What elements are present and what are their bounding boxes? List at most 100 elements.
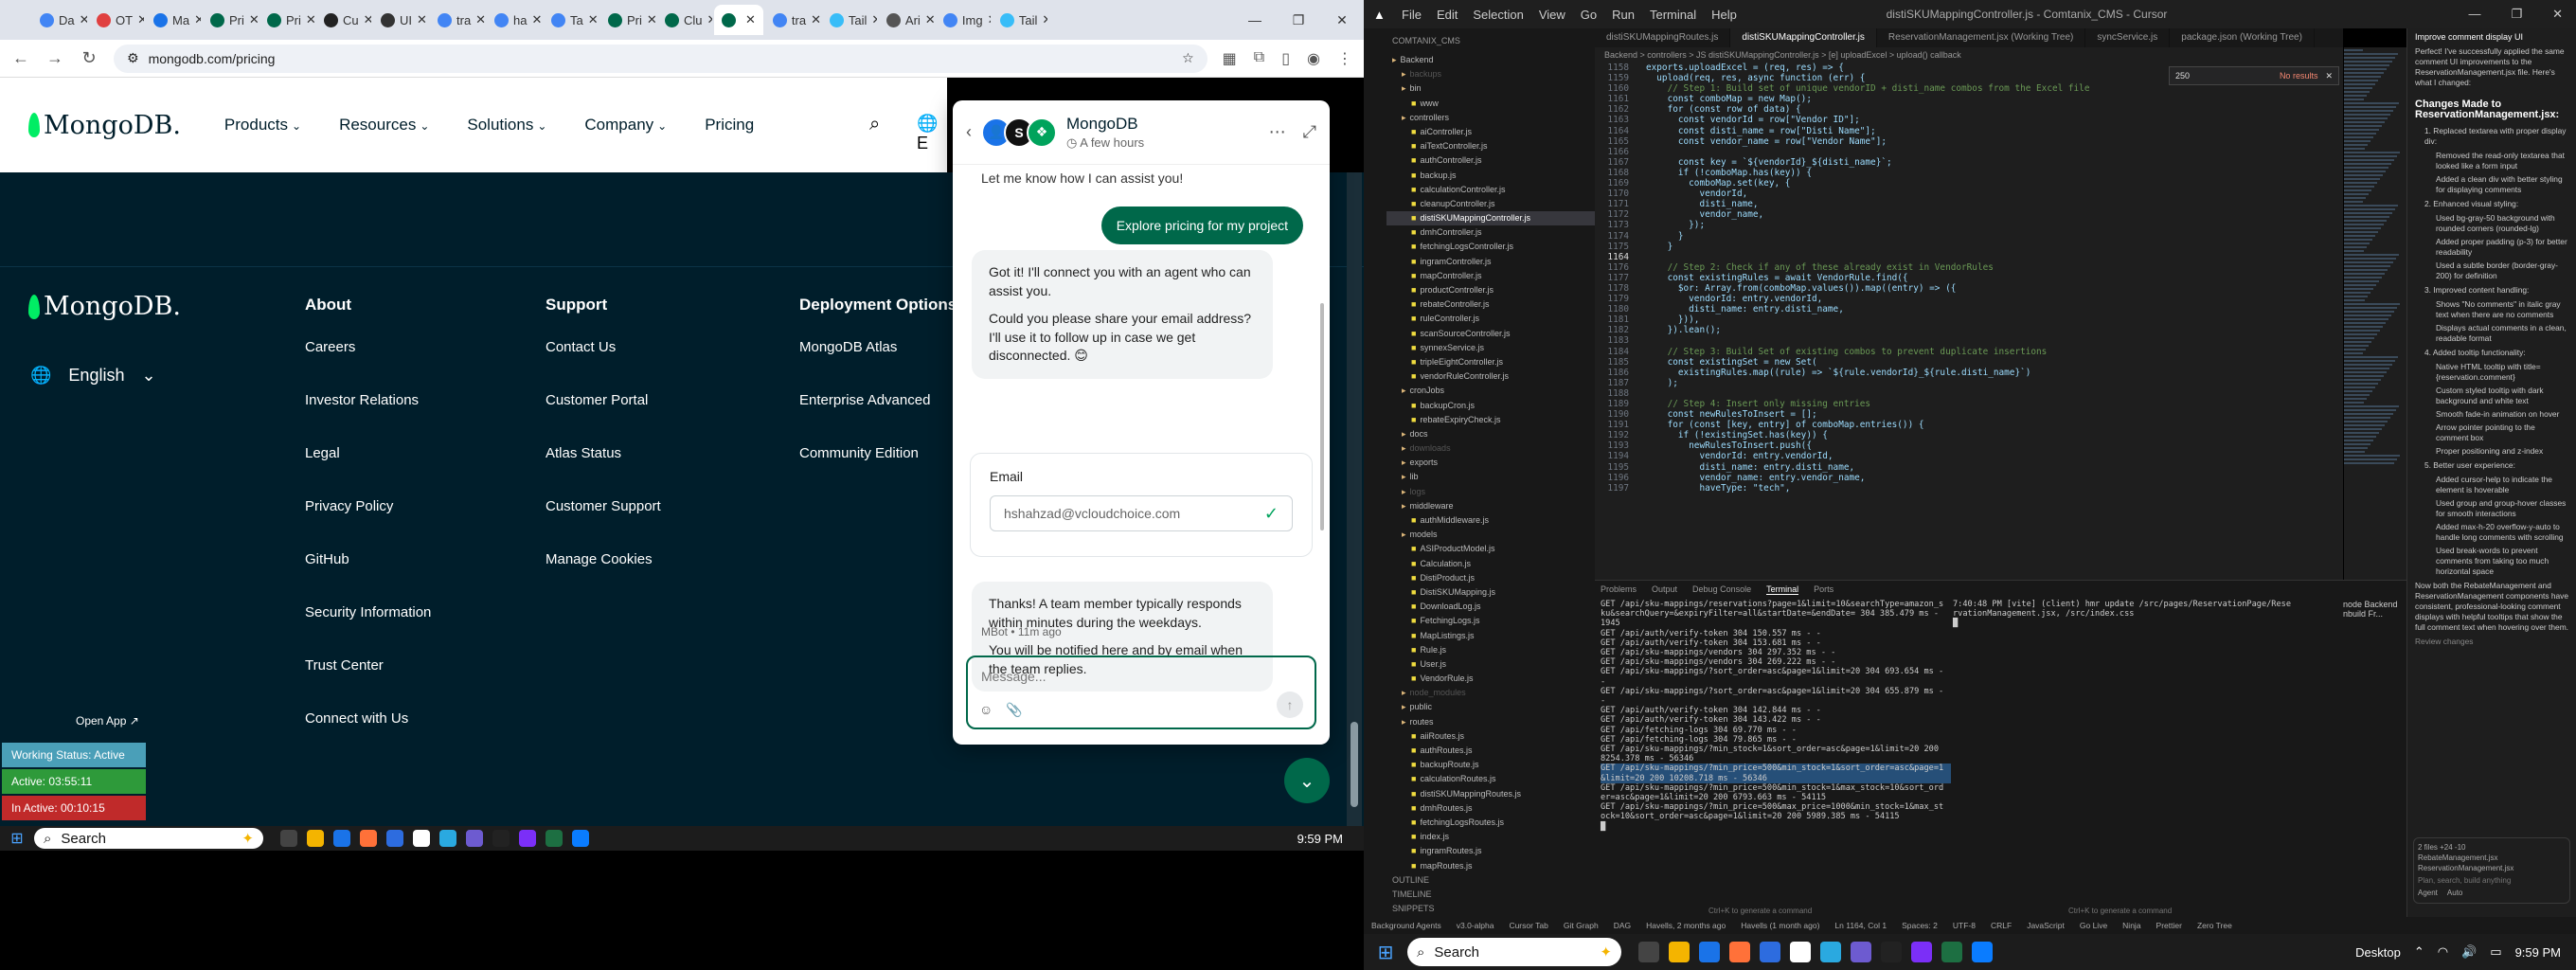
- section-timeline[interactable]: TIMELINE: [1386, 888, 1595, 902]
- status-item[interactable]: Prettier: [2156, 921, 2182, 930]
- browser-tab[interactable]: OT ✕: [89, 5, 144, 35]
- file-item[interactable]: ■ VendorRule.js: [1386, 672, 1595, 686]
- folder-item[interactable]: ▸ downloads: [1386, 441, 1595, 456]
- file-item[interactable]: ■ DistiSKUMapping.js: [1386, 585, 1595, 600]
- maximize-icon[interactable]: ❐: [2511, 7, 2522, 22]
- scroll-thumb[interactable]: [1351, 722, 1358, 807]
- status-item[interactable]: Git Graph: [1564, 921, 1599, 930]
- task-view-icon[interactable]: [280, 830, 297, 847]
- terminal-backend[interactable]: GET /api/sku-mappings/reservations?page=…: [1601, 600, 1951, 832]
- footer-link[interactable]: Investor Relations: [305, 392, 431, 445]
- status-item[interactable]: Havells (1 month ago): [1741, 921, 1819, 930]
- file-item[interactable]: ■ ingramController.js: [1386, 255, 1595, 269]
- excel-icon[interactable]: [546, 830, 563, 847]
- app-icon[interactable]: [1820, 942, 1841, 962]
- tab-close-icon[interactable]: ✕: [475, 12, 485, 27]
- taskbar-clock[interactable]: 9:59 PM: [1297, 832, 1343, 846]
- file-explorer-icon[interactable]: [307, 830, 324, 847]
- email-field[interactable]: hshahzad@vcloudchoice.com ✓: [990, 495, 1293, 531]
- excel-icon[interactable]: [1941, 942, 1962, 962]
- agent-mode-button[interactable]: Agent: [2418, 888, 2438, 898]
- footer-link[interactable]: GitHub: [305, 551, 431, 604]
- footer-logo[interactable]: MongoDB.: [28, 292, 181, 321]
- forward-icon[interactable]: →: [45, 48, 64, 68]
- app-icon[interactable]: [466, 830, 483, 847]
- send-icon[interactable]: ↑: [1277, 692, 1303, 718]
- changed-file[interactable]: 2 files +24 -10: [2418, 842, 2566, 853]
- tab-close-icon[interactable]: ✕: [80, 12, 87, 27]
- panel-tab[interactable]: Terminal: [1766, 584, 1799, 595]
- search-icon[interactable]: ⌕: [869, 114, 880, 135]
- browser-tab[interactable]: Img ✕: [936, 5, 991, 35]
- status-item[interactable]: v3.0-alpha: [1457, 921, 1494, 930]
- emoji-icon[interactable]: ☺: [979, 702, 993, 718]
- puzzle-icon[interactable]: ⧉: [1254, 49, 1264, 68]
- file-item[interactable]: ■ DistiProduct.js: [1386, 571, 1595, 585]
- panel-tab[interactable]: Ports: [1814, 584, 1834, 594]
- footer-link[interactable]: Customer Portal: [546, 392, 661, 445]
- folder-item[interactable]: ▸ public: [1386, 700, 1595, 714]
- chat-more-icon[interactable]: ⋯: [1269, 122, 1286, 142]
- cursor-icon[interactable]: [1881, 942, 1902, 962]
- terminal-instance[interactable]: node Backend: [2343, 600, 2398, 609]
- extension-icon[interactable]: ▦: [1223, 49, 1237, 68]
- folder-item[interactable]: ▸ controllers: [1386, 111, 1595, 125]
- app-icon[interactable]: [1790, 942, 1811, 962]
- section-snippets[interactable]: SNIPPETS: [1386, 902, 1595, 916]
- footer-link[interactable]: Enterprise Advanced: [799, 392, 957, 445]
- footer-link[interactable]: Manage Cookies: [546, 551, 661, 604]
- edge-icon[interactable]: [1972, 942, 1993, 962]
- browser-tab[interactable]: Pri ✕: [600, 5, 655, 35]
- model-select[interactable]: Auto: [2447, 888, 2462, 898]
- status-item[interactable]: JavaScript: [2027, 921, 2065, 930]
- nav-link-products[interactable]: Products ⌄: [224, 116, 301, 135]
- app-icon[interactable]: [1851, 942, 1871, 962]
- file-item[interactable]: ■ ruleController.js: [1386, 312, 1595, 326]
- chat-scrollbar[interactable]: [1320, 303, 1324, 530]
- file-item[interactable]: ■ authRoutes.js: [1386, 744, 1595, 758]
- nav-link-resources[interactable]: Resources ⌄: [339, 116, 429, 135]
- tab-close-icon[interactable]: ✕: [707, 12, 712, 27]
- file-item[interactable]: ■ authMiddleware.js: [1386, 513, 1595, 528]
- editor-tab[interactable]: syncService.js: [2085, 28, 2171, 47]
- file-item[interactable]: ■ backupRoute.js: [1386, 758, 1595, 772]
- menu-item[interactable]: Run: [1612, 8, 1635, 22]
- editor-tab[interactable]: ReservationManagement.jsx (Working Tree): [1877, 28, 2086, 47]
- profile-icon[interactable]: ◉: [1307, 49, 1320, 68]
- browser-tab[interactable]: tra ✕: [430, 5, 485, 35]
- firefox-icon[interactable]: [360, 830, 377, 847]
- changed-file[interactable]: RebateManagement.jsx: [2418, 853, 2566, 863]
- file-item[interactable]: ■ MapListings.js: [1386, 629, 1595, 643]
- folder-item[interactable]: ▸ exports: [1386, 456, 1595, 470]
- footer-link[interactable]: Customer Support: [546, 498, 661, 551]
- tab-close-icon[interactable]: ✕: [988, 12, 991, 27]
- review-changes-link[interactable]: Review changes: [2415, 637, 2568, 647]
- menu-item[interactable]: Help: [1711, 8, 1737, 22]
- folder-item[interactable]: ▸ models: [1386, 528, 1595, 542]
- menu-dots-icon[interactable]: ⋮: [1337, 49, 1352, 68]
- folder-item[interactable]: ▸ routes: [1386, 715, 1595, 729]
- chat-tab-title[interactable]: Improve comment display UI: [2415, 32, 2568, 43]
- file-item[interactable]: ■ distiSKUMappingRoutes.js: [1386, 787, 1595, 801]
- footer-link[interactable]: Community Edition: [799, 445, 957, 498]
- file-item[interactable]: ■ aiTextController.js: [1386, 139, 1595, 153]
- file-item[interactable]: ■ productController.js: [1386, 283, 1595, 297]
- file-item[interactable]: ■ rebateController.js: [1386, 297, 1595, 312]
- tab-close-icon[interactable]: ✕: [194, 12, 201, 27]
- minimap[interactable]: [2344, 47, 2406, 580]
- footer-language-select[interactable]: 🌐 English ⌄: [30, 366, 156, 386]
- chat-back-icon[interactable]: ‹: [966, 122, 972, 142]
- app-icon[interactable]: [413, 830, 430, 847]
- tab-close-icon[interactable]: ✕: [745, 12, 756, 27]
- cursor-icon[interactable]: [492, 830, 510, 847]
- tab-close-icon[interactable]: ✕: [811, 12, 820, 27]
- file-item[interactable]: ■ dmhRoutes.js: [1386, 801, 1595, 816]
- mongodb-logo[interactable]: MongoDB.: [28, 111, 181, 140]
- file-item[interactable]: ■ User.js: [1386, 657, 1595, 672]
- file-explorer-icon[interactable]: [1669, 942, 1690, 962]
- changed-file[interactable]: ReservationManagement.jsx: [2418, 863, 2566, 873]
- file-item[interactable]: ■ mapController.js: [1386, 269, 1595, 283]
- footer-link[interactable]: MongoDB Atlas: [799, 339, 957, 392]
- wifi-icon[interactable]: ◠: [2438, 944, 2448, 960]
- desktop-label[interactable]: Desktop: [2355, 945, 2401, 960]
